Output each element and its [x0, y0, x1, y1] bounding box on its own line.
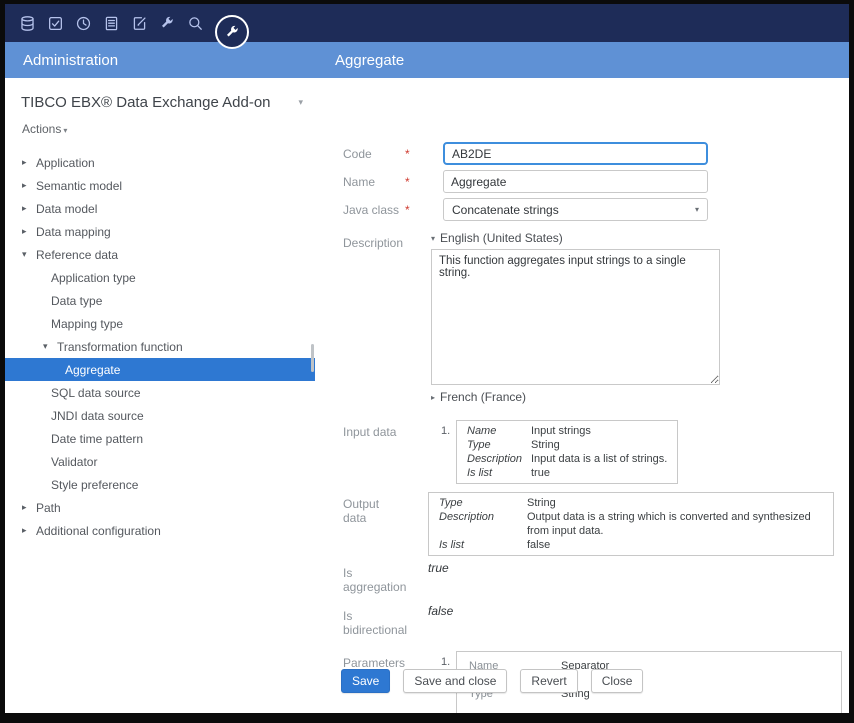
actions-menu[interactable]: Actions▾ — [22, 122, 299, 136]
clock-icon[interactable] — [69, 8, 97, 38]
field-row-java-class: Java class * Concatenate strings ▾ — [343, 198, 849, 221]
sidebar-item-data-model[interactable]: ▸ Data model — [5, 197, 315, 220]
description-english-textarea[interactable] — [431, 249, 720, 385]
field-label-is-aggregation: Is aggregation — [343, 561, 405, 594]
field-label-code: Code — [343, 142, 405, 165]
section-title-administration: Administration — [5, 52, 315, 69]
chevron-right-icon[interactable]: ▸ — [22, 525, 36, 536]
required-marker: * — [405, 198, 428, 221]
chevron-down-icon: ▾ — [695, 205, 699, 214]
search-icon[interactable] — [181, 8, 209, 38]
field-row-is-aggregation: Is aggregation true — [343, 561, 849, 594]
table-row: Name Input strings — [457, 424, 677, 438]
locale-group-english-label: English (United States) — [440, 231, 563, 245]
table-row: Description Separator of returned output… — [457, 708, 841, 713]
sidebar-scrollbar[interactable] — [311, 344, 314, 372]
chevron-right-icon: ▸ — [431, 393, 435, 402]
list-index: 1. — [441, 651, 456, 668]
locale-group-french[interactable]: ▸ French (France) — [431, 390, 849, 404]
sidebar-item-validator[interactable]: Validator — [5, 450, 315, 473]
app-window: Administration Aggregate TIBCO EBX® Data… — [0, 0, 854, 723]
java-class-selected-value: Concatenate strings — [452, 203, 559, 217]
sidebar-item-additional-configuration[interactable]: ▸ Additional configuration — [5, 519, 315, 542]
sidebar-item-transformation-function[interactable]: ▾ Transformation function — [5, 335, 315, 358]
administration-wrench-active-icon[interactable] — [215, 15, 249, 49]
list-index: 1. — [441, 420, 456, 437]
chevron-right-icon[interactable]: ▸ — [22, 226, 36, 237]
table-row: Description Input data is a list of stri… — [457, 452, 677, 466]
sidebar-item-data-mapping[interactable]: ▸ Data mapping — [5, 220, 315, 243]
sidebar-item-date-time-pattern[interactable]: Date time pattern — [5, 427, 315, 450]
form-footer-toolbar: Save Save and close Revert Close — [341, 669, 643, 693]
record-form: Code * Name * Java class * — [315, 78, 849, 713]
sidebar-item-sql-data-source[interactable]: SQL data source — [5, 381, 315, 404]
field-label-input-data: Input data — [343, 420, 405, 484]
java-class-select[interactable]: Concatenate strings ▾ — [443, 198, 708, 221]
wrench-icon[interactable] — [153, 8, 181, 38]
chevron-down-icon[interactable]: ▾ — [43, 341, 57, 352]
field-label-java-class: Java class — [343, 198, 405, 221]
sidebar-item-jndi-data-source[interactable]: JNDI data source — [5, 404, 315, 427]
checklist-icon[interactable] — [41, 8, 69, 38]
close-button[interactable]: Close — [591, 669, 644, 693]
edit-document-icon[interactable] — [125, 8, 153, 38]
page-header: Administration Aggregate — [5, 42, 849, 78]
sidebar-item-reference-data[interactable]: ▾ Reference data — [5, 243, 315, 266]
table-row: Description Output data is a string whic… — [429, 510, 833, 538]
field-row-name: Name * — [343, 170, 849, 193]
field-row-is-bidirectional: Is bidirectional false — [343, 604, 849, 637]
sidebar-item-path[interactable]: ▸ Path — [5, 496, 315, 519]
field-row-output-data: Output data Type String Description Outp… — [343, 492, 849, 556]
chevron-right-icon[interactable]: ▸ — [22, 502, 36, 513]
required-marker: * — [405, 170, 428, 193]
save-and-close-button[interactable]: Save and close — [403, 669, 507, 693]
field-row-code: Code * — [343, 142, 849, 165]
field-row-description: Description ▾ English (United States) ▸ … — [343, 231, 849, 404]
field-label-is-bidirectional: Is bidirectional — [343, 604, 405, 637]
database-icon[interactable] — [13, 8, 41, 38]
input-data-table: Name Input strings Type String Descripti… — [456, 420, 678, 484]
document-icon[interactable] — [97, 8, 125, 38]
top-toolbar — [5, 4, 849, 42]
chevron-right-icon[interactable]: ▸ — [22, 180, 36, 191]
chevron-down-icon[interactable]: ▾ — [22, 249, 36, 260]
revert-button[interactable]: Revert — [520, 669, 577, 693]
sidebar-item-data-type[interactable]: Data type — [5, 289, 315, 312]
sidebar-item-application-type[interactable]: Application type — [5, 266, 315, 289]
table-row: Type String — [457, 438, 677, 452]
field-label-description: Description — [343, 231, 405, 404]
field-label-name: Name — [343, 170, 405, 193]
sidebar-item-style-preference[interactable]: Style preference — [5, 473, 315, 496]
required-marker: * — [405, 142, 428, 165]
sidebar-item-semantic-model[interactable]: ▸ Semantic model — [5, 174, 315, 197]
save-button[interactable]: Save — [341, 669, 390, 693]
code-input[interactable] — [443, 142, 708, 165]
dataset-title: TIBCO EBX® Data Exchange Add-on — [21, 94, 271, 111]
field-label-output-data: Output data — [343, 492, 405, 556]
field-row-input-data: Input data 1. Name Input strings Type St… — [343, 420, 849, 484]
chevron-down-icon: ▾ — [63, 126, 67, 135]
chevron-right-icon[interactable]: ▸ — [22, 157, 36, 168]
is-bidirectional-value: false — [428, 599, 453, 618]
chevron-down-icon[interactable]: ▾ — [298, 97, 303, 108]
sidebar: TIBCO EBX® Data Exchange Add-on ▾ Action… — [5, 78, 315, 713]
table-row: Is list true — [457, 466, 677, 480]
actions-label: Actions — [22, 122, 61, 136]
chevron-down-icon: ▾ — [431, 234, 435, 243]
navigation-tree: ▸ Application ▸ Semantic model ▸ Data mo… — [5, 151, 315, 542]
table-row: Is list false — [429, 538, 833, 552]
chevron-right-icon[interactable]: ▸ — [22, 203, 36, 214]
name-input[interactable] — [443, 170, 708, 193]
dataset-title-row: TIBCO EBX® Data Exchange Add-on ▾ — [21, 94, 303, 111]
page-title: Aggregate — [315, 52, 404, 69]
sidebar-item-mapping-type[interactable]: Mapping type — [5, 312, 315, 335]
sidebar-item-application[interactable]: ▸ Application — [5, 151, 315, 174]
sidebar-item-aggregate[interactable]: Aggregate — [5, 358, 315, 381]
table-row: Type String — [429, 496, 833, 510]
output-data-table: Type String Description Output data is a… — [428, 492, 834, 556]
is-aggregation-value: true — [428, 556, 449, 575]
locale-group-english[interactable]: ▾ English (United States) — [431, 231, 849, 245]
locale-group-french-label: French (France) — [440, 390, 526, 404]
